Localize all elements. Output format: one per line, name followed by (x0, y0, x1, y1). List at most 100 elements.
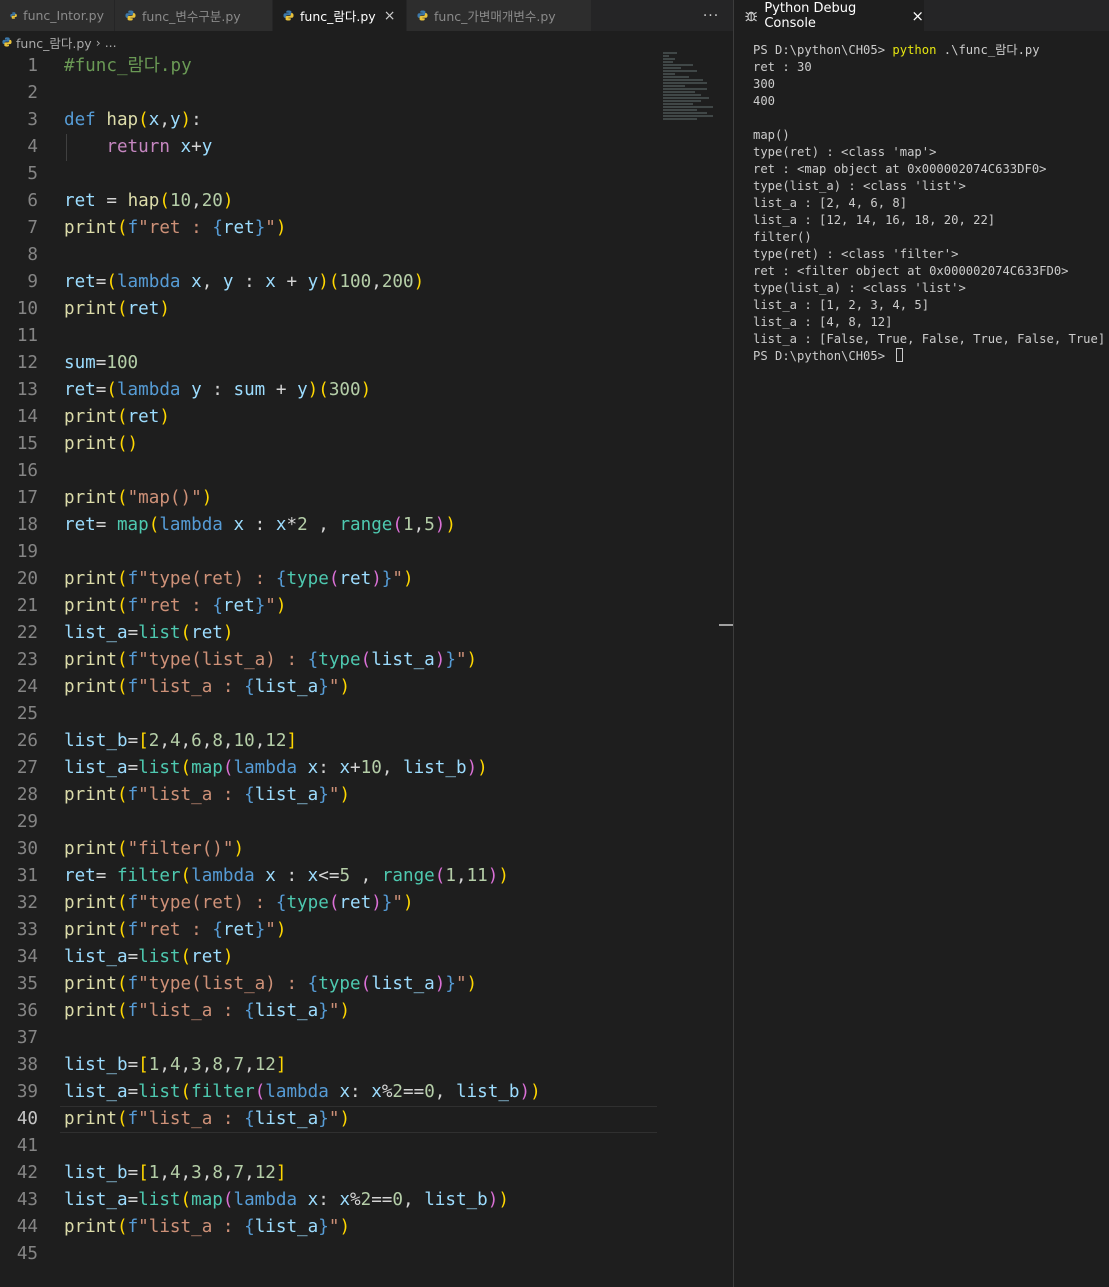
code-line[interactable]: 32 print(f"type(ret) : {type(ret)}") (0, 890, 660, 917)
code-line[interactable]: 20 print(f"type(ret) : {type(ret)}") (0, 566, 660, 593)
line-number[interactable]: 35 (0, 971, 38, 998)
tab-func-lambda[interactable]: func_람다.py × (273, 0, 407, 31)
code-line[interactable]: 15 print() (0, 431, 660, 458)
line-number[interactable]: 34 (0, 944, 38, 971)
line-number[interactable]: 20 (0, 566, 38, 593)
line-number[interactable]: 18 (0, 512, 38, 539)
line-number[interactable]: 8 (0, 242, 38, 269)
line-number[interactable]: 12 (0, 350, 38, 377)
code-line[interactable]: 40 print(f"list_a : {list_a}") (0, 1106, 660, 1133)
line-number[interactable]: 28 (0, 782, 38, 809)
code-line[interactable]: 2 (0, 80, 660, 107)
code-line[interactable]: 21 print(f"ret : {ret}") (0, 593, 660, 620)
code-line[interactable]: 36 print(f"list_a : {list_a}") (0, 998, 660, 1025)
line-number[interactable]: 10 (0, 296, 38, 323)
line-number[interactable]: 27 (0, 755, 38, 782)
line-number[interactable]: 23 (0, 647, 38, 674)
code-line[interactable]: 13 ret=(lambda y : sum + y)(300) (0, 377, 660, 404)
line-number[interactable]: 14 (0, 404, 38, 431)
tab-python-debug-console[interactable]: Python Debug Console × (734, 0, 924, 31)
code-line[interactable]: 24 print(f"list_a : {list_a}") (0, 674, 660, 701)
line-number[interactable]: 13 (0, 377, 38, 404)
code-line[interactable]: 44 print(f"list_a : {list_a}") (0, 1214, 660, 1241)
line-number[interactable]: 45 (0, 1241, 38, 1268)
line-number[interactable]: 3 (0, 107, 38, 134)
code-line[interactable]: 31 ret= filter(lambda x : x<=5 , range(1,… (0, 863, 660, 890)
code-line[interactable]: 27 list_a=list(map(lambda x: x+10, list_b… (0, 755, 660, 782)
code-line[interactable]: 11 (0, 323, 660, 350)
code-line[interactable]: 5 (0, 161, 660, 188)
code-line[interactable]: 39 list_a=list(filter(lambda x: x%2==0, l… (0, 1079, 660, 1106)
code-line[interactable]: 16 (0, 458, 660, 485)
line-number[interactable]: 44 (0, 1214, 38, 1241)
more-actions-icon[interactable]: ··· (693, 0, 729, 31)
line-number[interactable]: 6 (0, 188, 38, 215)
tab-func-variable[interactable]: func_변수구분.py (115, 0, 273, 31)
code-line[interactable]: 10 print(ret) (0, 296, 660, 323)
line-number[interactable]: 39 (0, 1079, 38, 1106)
code-line[interactable]: 6 ret = hap(10,20) (0, 188, 660, 215)
code-area[interactable]: 1 #func_람다.py 2 3 def hap(x,y): 4 return x+y 5… (0, 53, 660, 1268)
line-number[interactable]: 37 (0, 1025, 38, 1052)
line-number[interactable]: 24 (0, 674, 38, 701)
minimap[interactable] (663, 52, 723, 142)
code-line[interactable]: 33 print(f"ret : {ret}") (0, 917, 660, 944)
line-number[interactable]: 5 (0, 161, 38, 188)
line-number[interactable]: 31 (0, 863, 38, 890)
code-line[interactable]: 17 print("map()") (0, 485, 660, 512)
breadcrumb-file[interactable]: func_람다.py (16, 33, 92, 52)
code-line[interactable]: 43 list_a=list(map(lambda x: x%2==0, list… (0, 1187, 660, 1214)
debug-console-panel[interactable]: Python Debug Console × PS D:\python\CH05… (734, 0, 1109, 1287)
code-line[interactable]: 9 ret=(lambda x, y : x + y)(100,200) (0, 269, 660, 296)
code-line[interactable]: 30 print("filter()") (0, 836, 660, 863)
line-number[interactable]: 33 (0, 917, 38, 944)
line-number[interactable]: 40 (0, 1106, 38, 1133)
line-number[interactable]: 4 (0, 134, 38, 161)
code-line[interactable]: 14 print(ret) (0, 404, 660, 431)
code-line[interactable]: 18 ret= map(lambda x : x*2 , range(1,5)) (0, 512, 660, 539)
line-number[interactable]: 15 (0, 431, 38, 458)
scrollbar-cursor-marker[interactable] (719, 624, 733, 626)
line-number[interactable]: 26 (0, 728, 38, 755)
line-number[interactable]: 22 (0, 620, 38, 647)
code-line[interactable]: 12 sum=100 (0, 350, 660, 377)
code-line[interactable]: 8 (0, 242, 660, 269)
code-line[interactable]: 7 print(f"ret : {ret}") (0, 215, 660, 242)
breadcrumb-more[interactable]: ... (105, 35, 117, 50)
line-number[interactable]: 21 (0, 593, 38, 620)
code-line[interactable]: 3 def hap(x,y): (0, 107, 660, 134)
code-line[interactable]: 4 return x+y (0, 134, 660, 161)
tab-func-intor[interactable]: func_Intor.py (0, 0, 115, 31)
code-line[interactable]: 34 list_a=list(ret) (0, 944, 660, 971)
line-number[interactable]: 42 (0, 1160, 38, 1187)
code-line[interactable]: 37 (0, 1025, 660, 1052)
code-line[interactable]: 26 list_b=[2,4,6,8,10,12] (0, 728, 660, 755)
line-number[interactable]: 30 (0, 836, 38, 863)
code-line[interactable]: 23 print(f"type(list_a) : {type(list_a)}"… (0, 647, 660, 674)
terminal-output[interactable]: PS D:\python\CH05> python .\func_람다.py r… (753, 42, 1105, 365)
line-number[interactable]: 43 (0, 1187, 38, 1214)
line-number[interactable]: 9 (0, 269, 38, 296)
line-number[interactable]: 16 (0, 458, 38, 485)
tab-func-varargs[interactable]: func_가변매개변수.py (407, 0, 592, 31)
code-line[interactable]: 25 (0, 701, 660, 728)
line-number[interactable]: 1 (0, 53, 38, 80)
code-line[interactable]: 38 list_b=[1,4,3,8,7,12] (0, 1052, 660, 1079)
line-number[interactable]: 11 (0, 323, 38, 350)
code-line[interactable]: 28 print(f"list_a : {list_a}") (0, 782, 660, 809)
code-line[interactable]: 41 (0, 1133, 660, 1160)
line-number[interactable]: 41 (0, 1133, 38, 1160)
code-line[interactable]: 29 (0, 809, 660, 836)
close-icon[interactable]: × (911, 7, 924, 25)
line-number[interactable]: 25 (0, 701, 38, 728)
line-number[interactable]: 32 (0, 890, 38, 917)
code-line[interactable]: 35 print(f"type(list_a) : {type(list_a)}"… (0, 971, 660, 998)
line-number[interactable]: 2 (0, 80, 38, 107)
line-number[interactable]: 7 (0, 215, 38, 242)
line-number[interactable]: 38 (0, 1052, 38, 1079)
code-line[interactable]: 22 list_a=list(ret) (0, 620, 660, 647)
line-number[interactable]: 17 (0, 485, 38, 512)
code-line[interactable]: 1 #func_람다.py (0, 53, 660, 80)
line-number[interactable]: 29 (0, 809, 38, 836)
line-number[interactable]: 19 (0, 539, 38, 566)
